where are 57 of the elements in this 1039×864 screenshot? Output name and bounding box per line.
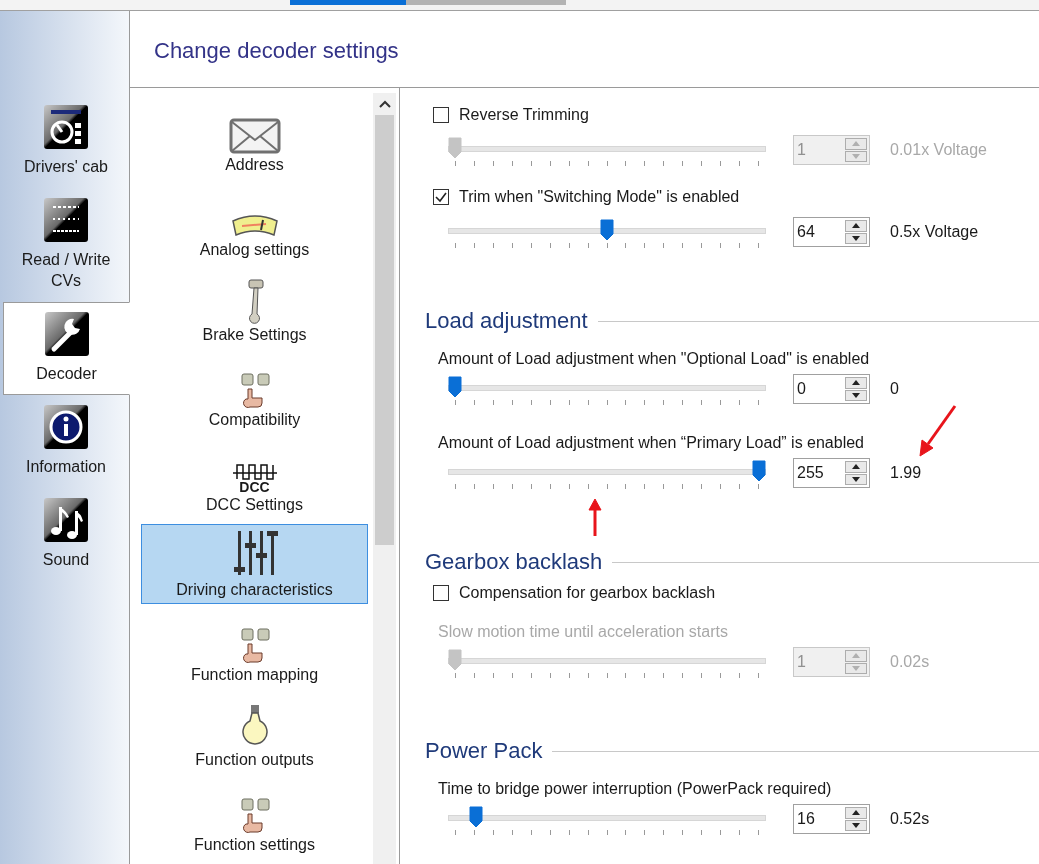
- setting-label: Slow motion time until acceleration starts: [438, 623, 728, 640]
- slider[interactable]: [448, 135, 766, 169]
- speedometer-icon: [43, 104, 89, 150]
- section-heading: Gearbox backlash: [425, 549, 603, 575]
- checkbox[interactable]: [433, 107, 449, 123]
- value-reading: 0.02s: [890, 652, 930, 672]
- category-item[interactable]: Brake Settings: [141, 268, 368, 349]
- setting-label: Amount of Load adjustment when "Optional Load" is enabled: [438, 350, 870, 367]
- slider[interactable]: [448, 804, 766, 838]
- setting-label: Amount of Load adjustment when “Primary Load” is enabled: [438, 434, 864, 451]
- checkbox[interactable]: [433, 189, 449, 205]
- value-reading: 0.52s: [890, 809, 930, 829]
- nav-tab[interactable]: Read / Write CVs: [3, 188, 129, 302]
- icon-caption: DCC: [239, 480, 270, 495]
- setting-label: Time to bridge power interruption (PowerPack required): [438, 780, 832, 797]
- category-item[interactable]: Analog settings: [141, 183, 368, 264]
- slider-thumb[interactable]: [448, 376, 462, 398]
- category-item[interactable]: Function outputs: [141, 693, 368, 775]
- nav-tab[interactable]: Drivers' cab: [3, 95, 129, 188]
- category-item[interactable]: DCC DCC Settings: [141, 438, 368, 520]
- slider[interactable]: [448, 217, 766, 251]
- checkbox-label[interactable]: Trim when "Switching Mode" is enabled: [459, 188, 740, 206]
- slider[interactable]: [448, 374, 766, 408]
- checkbox[interactable]: [433, 585, 449, 601]
- slider-thumb[interactable]: [752, 460, 766, 482]
- slider[interactable]: [448, 647, 766, 681]
- info-icon: [43, 404, 89, 450]
- checkmark-icon: [435, 191, 447, 203]
- page-title: Change decoder settings: [154, 38, 399, 64]
- binary-icon: [43, 197, 89, 243]
- category-item[interactable]: Function settings: [141, 778, 368, 860]
- section-heading: Power Pack: [425, 738, 543, 764]
- envelope-icon: [228, 117, 281, 154]
- value-reading: 0.01x Voltage: [890, 140, 987, 160]
- section-heading: Load adjustment: [425, 308, 588, 334]
- music-note-icon: [43, 497, 89, 543]
- checkbox-label[interactable]: Reverse Trimming: [459, 106, 589, 124]
- category-item[interactable]: Address: [141, 98, 368, 179]
- annotation-arrow: [918, 404, 958, 458]
- nav-tab[interactable]: Information: [3, 395, 129, 488]
- category-item[interactable]: Function mapping: [141, 608, 368, 690]
- slider-thumb[interactable]: [600, 219, 614, 241]
- value-reading: 1.99: [890, 463, 922, 483]
- category-item[interactable]: Compatibility: [141, 353, 368, 434]
- checkbox-label[interactable]: Compensation for gearbox backlash: [459, 584, 716, 602]
- gauge-icon: [229, 212, 280, 239]
- annotation-arrow: [588, 498, 602, 536]
- category-item[interactable]: Driving characteristics: [141, 523, 368, 605]
- value-reading: 0: [890, 379, 899, 399]
- nav-tab[interactable]: Decoder: [3, 302, 130, 395]
- value-reading: 0.5x Voltage: [890, 222, 979, 242]
- nav-tab[interactable]: Sound: [3, 488, 129, 581]
- slider[interactable]: [448, 458, 766, 492]
- caret-up-icon: [378, 100, 391, 108]
- wrench-icon: [43, 311, 90, 357]
- slider-thumb[interactable]: [469, 806, 484, 828]
- scrollbar[interactable]: [373, 93, 396, 864]
